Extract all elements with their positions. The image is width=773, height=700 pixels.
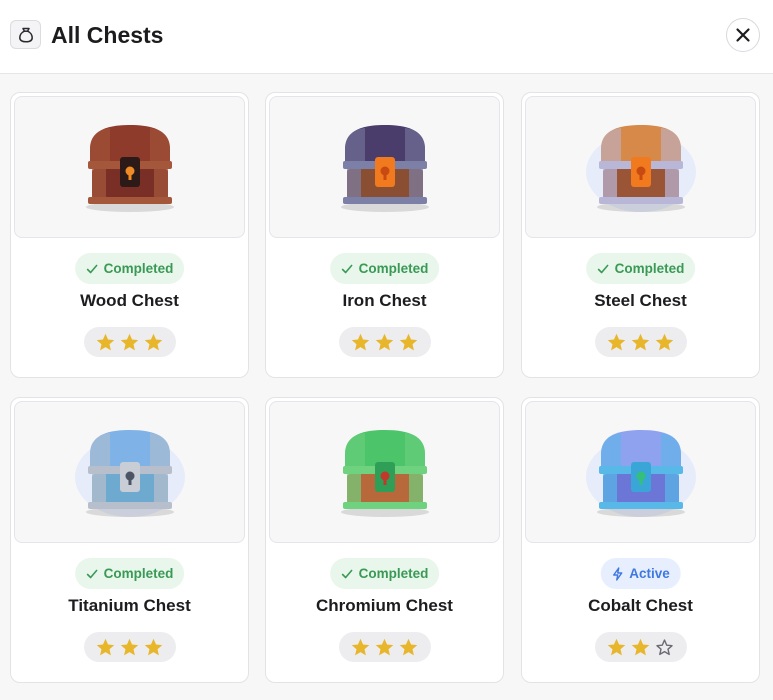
star-icon <box>96 333 115 350</box>
checkmark-icon <box>341 569 352 578</box>
chest-card[interactable]: Completed Wood Chest <box>10 92 249 378</box>
status-badge: Completed <box>74 558 185 589</box>
status-badge: Completed <box>585 253 696 284</box>
checkmark-icon <box>86 569 97 578</box>
star-icon <box>351 333 370 350</box>
chest-card[interactable]: Completed Iron Chest <box>265 92 504 378</box>
status-label: Completed <box>358 566 429 581</box>
chest-card[interactable]: Completed Chromium Chest <box>265 397 504 683</box>
checkmark-icon <box>341 264 352 273</box>
chest-name: Cobalt Chest <box>588 596 693 615</box>
page-title: All Chests <box>51 22 164 48</box>
star-icon <box>96 638 115 655</box>
dialog-header: All Chests <box>0 0 773 74</box>
star-icon <box>655 333 674 350</box>
chest-image <box>14 96 245 238</box>
chest-name: Steel Chest <box>594 291 687 310</box>
star-icon <box>399 333 418 350</box>
close-icon <box>736 28 750 42</box>
checkmark-icon <box>597 264 608 273</box>
chest-name: Wood Chest <box>80 291 179 310</box>
lightning-icon <box>612 566 622 581</box>
chest-image <box>14 401 245 543</box>
star-icon <box>120 333 139 350</box>
status-badge: Completed <box>329 558 440 589</box>
chest-name: Chromium Chest <box>316 596 453 615</box>
chest-image <box>269 96 500 238</box>
star-icon <box>631 333 650 350</box>
star-icon <box>144 638 163 655</box>
star-rating <box>83 327 176 357</box>
star-rating <box>338 327 431 357</box>
status-label: Completed <box>103 566 174 581</box>
pouch-icon <box>10 20 41 49</box>
star-rating <box>594 632 687 662</box>
star-icon <box>144 333 163 350</box>
star-icon <box>120 638 139 655</box>
status-label: Active <box>629 566 670 581</box>
close-button[interactable] <box>726 18 760 52</box>
star-icon <box>607 638 626 655</box>
star-icon <box>351 638 370 655</box>
star-outline-icon <box>656 638 673 655</box>
star-icon <box>375 333 394 350</box>
chest-name: Titanium Chest <box>68 596 191 615</box>
chest-card[interactable]: Completed Titanium Chest <box>10 397 249 683</box>
status-badge: Completed <box>74 253 185 284</box>
chest-image <box>525 96 756 238</box>
chest-image <box>269 401 500 543</box>
chest-name: Iron Chest <box>342 291 427 310</box>
chest-image <box>525 401 756 543</box>
chest-card[interactable]: Active Cobalt Chest <box>521 397 760 683</box>
star-icon <box>631 638 650 655</box>
status-badge: Active <box>600 558 681 589</box>
star-rating <box>83 632 176 662</box>
star-rating <box>338 632 431 662</box>
status-badge: Completed <box>329 253 440 284</box>
star-icon <box>375 638 394 655</box>
chest-card[interactable]: Completed Steel Chest <box>521 92 760 378</box>
star-rating <box>594 327 687 357</box>
star-icon <box>399 638 418 655</box>
status-label: Completed <box>358 261 429 276</box>
status-label: Completed <box>103 261 174 276</box>
star-icon <box>607 333 626 350</box>
status-label: Completed <box>614 261 685 276</box>
checkmark-icon <box>86 264 97 273</box>
